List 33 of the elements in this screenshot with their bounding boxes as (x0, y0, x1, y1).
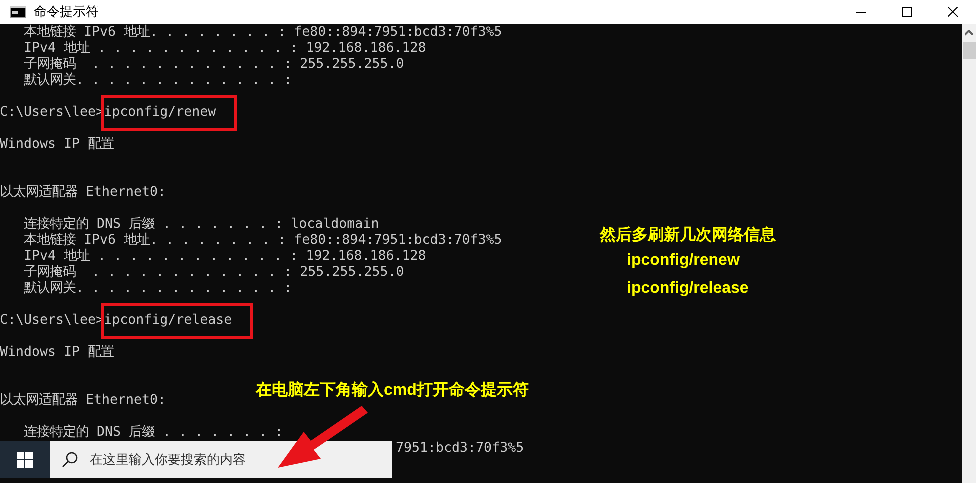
close-icon[interactable] (948, 7, 958, 17)
command-text: ipconfig/renew (101, 95, 238, 131)
terminal-icon (10, 6, 26, 18)
annotation-text: 然后多刷新几次网络信息 (600, 225, 776, 246)
maximize-icon[interactable] (902, 7, 912, 17)
console-text: 连接特定的 DNS 后缀 . . . . . . . : localdomain (23, 217, 380, 232)
annotation-text: 在电脑左下角输入cmd打开命令提示符 (256, 380, 529, 401)
windows-icon[interactable] (17, 452, 33, 468)
console-text: 子网掩码 . . . . . . . . . . . . : 255.255.255.0 (23, 57, 404, 72)
scrollbar[interactable] (962, 24, 976, 483)
console-text: 以太网适配器 Ethernet0: (0, 185, 166, 200)
annotation-text: ipconfig/release (627, 279, 750, 299)
console-text: 7951:bcd3:70f3%5 (396, 441, 524, 456)
console-text: 以太网适配器 Ethernet0: (0, 393, 166, 408)
console-text: IPv4 地址 . . . . . . . . . . . . : 192.168.186.128 (23, 249, 426, 264)
console-text: 本地链接 IPv6 地址. . . . . . . . : fe80::894:7951:bcd3:70f3%5 (23, 25, 502, 40)
window-title: 命令提示符 (34, 3, 99, 22)
console-text: 本地链接 IPv6 地址. . . . . . . . : fe80::894:7951:bcd3:70f3%5 (23, 233, 502, 248)
taskbar-search-box[interactable]: 在这里输入你要搜索的内容 (50, 441, 392, 478)
scroll-thumb[interactable] (962, 42, 976, 59)
start-button[interactable] (0, 441, 50, 478)
command-text: ipconfig/release (101, 303, 254, 339)
console-text: 默认网关. . . . . . . . . . . . . : (23, 281, 292, 296)
search-field[interactable]: 在这里输入你要搜索的内容 (90, 450, 350, 470)
console-text: Windows IP 配置 (0, 345, 114, 360)
console-text: 连接特定的 DNS 后缀 . . . . . . . : (23, 425, 284, 440)
console-text: 子网掩码 . . . . . . . . . . . . : 255.255.255.0 (23, 265, 404, 280)
console-text: Windows IP 配置 (0, 137, 114, 152)
console-text: IPv4 地址 . . . . . . . . . . . . : 192.168.186.128 (23, 41, 426, 56)
search-icon (62, 452, 78, 468)
console-text: 默认网关. . . . . . . . . . . . . : (23, 73, 292, 88)
scroll-up-icon[interactable] (965, 30, 973, 36)
annotation-text: ipconfig/renew (627, 251, 741, 271)
